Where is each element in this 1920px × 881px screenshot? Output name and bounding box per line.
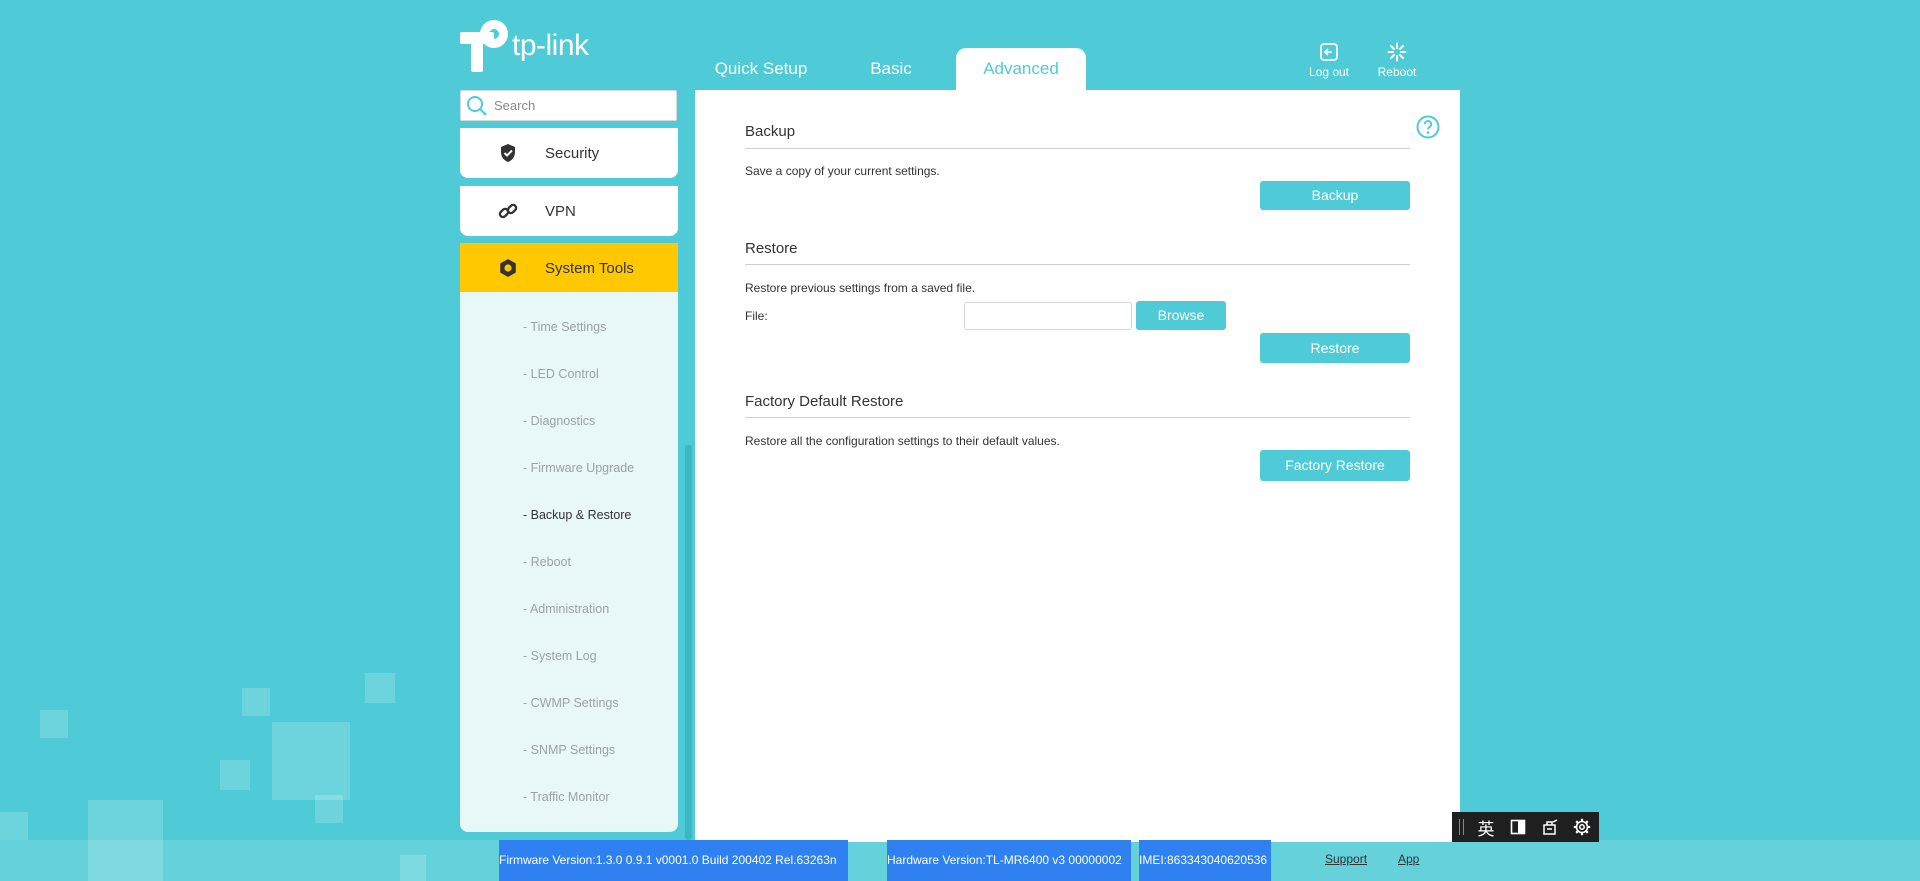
- submenu-item-administration[interactable]: - Administration: [523, 602, 609, 616]
- toolbar-drag-handle[interactable]: [1459, 819, 1464, 835]
- submenu-item-time-settings[interactable]: - Time Settings: [523, 320, 606, 334]
- backup-button[interactable]: Backup: [1260, 181, 1410, 210]
- sidebar-item-label: VPN: [545, 202, 576, 220]
- divider: [745, 264, 1410, 265]
- imei: IMEI:863343040620536: [1139, 840, 1271, 881]
- hardware-version: Hardware Version:TL-MR6400 v3 00000002: [887, 840, 1131, 881]
- ime-toolbar: 英: [1452, 812, 1599, 842]
- submenu-item-cwmp-settings[interactable]: - CWMP Settings: [523, 696, 619, 710]
- logout-label: Log out: [1308, 65, 1350, 79]
- submenu-item-diagnostics[interactable]: - Diagnostics: [523, 414, 595, 428]
- link-icon: [488, 201, 528, 221]
- ime-language-toggle[interactable]: 英: [1470, 815, 1502, 840]
- sidebar-item-label: Security: [545, 144, 600, 162]
- shield-check-icon: [488, 143, 528, 163]
- ime-tools-icon[interactable]: [1534, 818, 1566, 836]
- factory-restore-button[interactable]: Factory Restore: [1260, 450, 1410, 481]
- logout-button[interactable]: Log out: [1299, 42, 1359, 79]
- settings-gear-icon[interactable]: [1566, 818, 1598, 836]
- browse-button[interactable]: Browse: [1136, 301, 1226, 330]
- reboot-icon: [1387, 42, 1407, 62]
- sidebar-item-label: System Tools: [545, 259, 634, 277]
- submenu-item-reboot[interactable]: - Reboot: [523, 555, 571, 569]
- divider: [745, 148, 1410, 149]
- help-icon[interactable]: [1416, 115, 1440, 144]
- submenu-item-snmp-settings[interactable]: - SNMP Settings: [523, 743, 615, 757]
- reboot-button[interactable]: Reboot: [1367, 42, 1427, 79]
- gear-icon: [488, 258, 528, 278]
- submenu-item-led-control[interactable]: - LED Control: [523, 367, 599, 381]
- submenu-item-traffic-monitor[interactable]: - Traffic Monitor: [523, 790, 610, 804]
- reboot-label: Reboot: [1377, 65, 1417, 79]
- restore-button[interactable]: Restore: [1260, 333, 1410, 363]
- search-icon: [467, 95, 487, 116]
- search-input[interactable]: [492, 97, 666, 114]
- tp-link-logo-mark: [460, 20, 508, 72]
- sidebar-scrollbar[interactable]: [685, 445, 692, 840]
- app-link[interactable]: App: [1398, 852, 1419, 866]
- submenu-item-firmware-upgrade[interactable]: - Firmware Upgrade: [523, 461, 634, 475]
- file-label: File:: [745, 309, 768, 323]
- tab-advanced[interactable]: Advanced: [956, 48, 1086, 90]
- submenu-item-system-log[interactable]: - System Log: [523, 649, 597, 663]
- sidebar-item-vpn[interactable]: VPN: [460, 186, 678, 236]
- submenu-item-backup-restore[interactable]: - Backup & Restore: [523, 508, 631, 522]
- firmware-version: Firmware Version:1.3.0 0.9.1 v0001.0 Bui…: [499, 840, 848, 881]
- system-tools-submenu: - Time Settings - LED Control - Diagnost…: [460, 292, 678, 832]
- restore-section-title: Restore: [745, 240, 798, 257]
- factory-description: Restore all the configuration settings t…: [745, 434, 1060, 448]
- tab-quick-setup[interactable]: Quick Setup: [696, 48, 826, 90]
- tp-link-logo: tp-link: [460, 20, 589, 72]
- backup-description: Save a copy of your current settings.: [745, 164, 940, 178]
- support-link[interactable]: Support: [1325, 852, 1367, 866]
- logout-icon: [1320, 43, 1338, 61]
- main-tabs: Quick Setup Basic Advanced: [696, 48, 1086, 90]
- tab-basic[interactable]: Basic: [826, 48, 956, 90]
- logo-text: tp-link: [512, 29, 589, 62]
- sidebar-item-security[interactable]: Security: [460, 128, 678, 178]
- divider: [745, 417, 1410, 418]
- half-width-icon[interactable]: [1502, 819, 1534, 835]
- factory-section-title: Factory Default Restore: [745, 393, 904, 410]
- file-path-field[interactable]: [964, 302, 1132, 330]
- restore-description: Restore previous settings from a saved f…: [745, 281, 976, 295]
- search-box: [460, 90, 677, 121]
- backup-section-title: Backup: [745, 123, 796, 140]
- sidebar-item-system-tools[interactable]: System Tools: [460, 243, 678, 293]
